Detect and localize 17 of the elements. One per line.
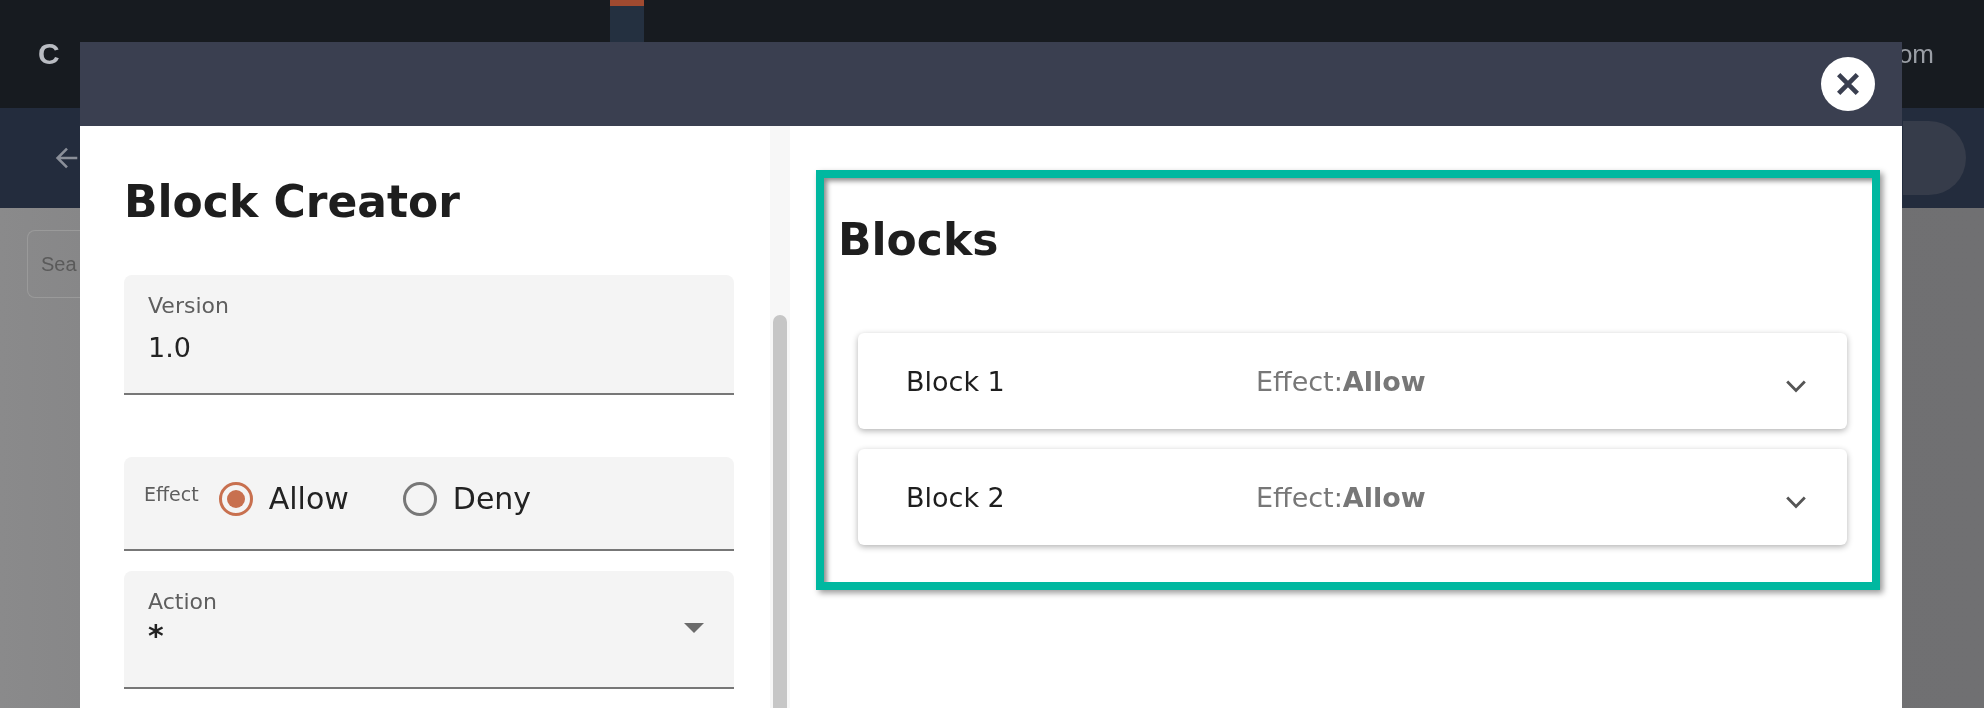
field-label: Effect	[144, 483, 199, 505]
close-button[interactable]	[1821, 57, 1875, 111]
close-icon	[1834, 70, 1862, 98]
panel-title: Block Creator	[124, 176, 461, 227]
block-row[interactable]: Block 1 Effect:Allow	[858, 333, 1847, 429]
scrollbar[interactable]	[770, 126, 790, 708]
radio-option[interactable]: Allow	[218, 481, 349, 516]
brand-name: C	[38, 37, 68, 71]
radio-option[interactable]: Deny	[402, 481, 532, 516]
tab-marker	[610, 0, 644, 42]
chevron-down-icon	[1785, 379, 1807, 393]
version-field[interactable]: Version 1.0	[124, 275, 734, 395]
chevron-down-icon	[1785, 495, 1807, 509]
action-dropdown[interactable]: Action *	[124, 571, 734, 689]
caret-icon	[684, 623, 704, 633]
panel-title: Blocks	[838, 214, 1000, 265]
block-row[interactable]: Block 2 Effect:Allow	[858, 449, 1847, 545]
